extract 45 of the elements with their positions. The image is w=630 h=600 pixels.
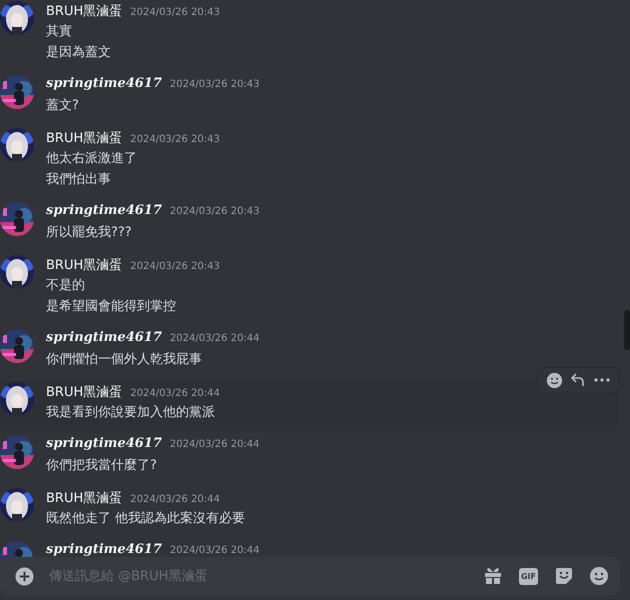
username[interactable]: springtime4617 — [46, 436, 162, 451]
timestamp: 2024/03/26 20:43 — [130, 7, 220, 18]
timestamp: 2024/03/26 20:44 — [130, 388, 220, 399]
message-text: 他太右派激進了 — [46, 150, 138, 168]
message-text: 所以罷免我??? — [46, 224, 133, 242]
gift-icon — [484, 567, 502, 585]
username[interactable]: springtime4617 — [46, 203, 162, 218]
sticker-icon — [555, 567, 573, 585]
message-text: 不是的 — [46, 277, 86, 295]
message-text: 是因為蓋文 — [46, 44, 112, 62]
scrollbar[interactable] — [624, 310, 630, 350]
message-text: 是希望國會能得到掌控 — [46, 298, 177, 316]
smile-icon — [546, 372, 563, 388]
message-text: 蓋文? — [46, 97, 80, 115]
message-text: 既然他走了 他我認為此案沒有必要 — [46, 510, 246, 528]
timestamp: 2024/03/26 20:44 — [170, 439, 260, 450]
username[interactable]: BRUH黑滷蛋 — [46, 2, 122, 20]
message-text: 其實 — [46, 23, 73, 41]
timestamp: 2024/03/26 20:44 — [170, 545, 260, 556]
more-icon — [593, 377, 611, 383]
reply-icon — [569, 371, 587, 389]
username[interactable]: springtime4617 — [46, 542, 162, 557]
gif-button[interactable]: GIF — [518, 568, 538, 584]
username[interactable]: springtime4617 — [46, 330, 162, 345]
timestamp: 2024/03/26 20:44 — [130, 494, 220, 505]
username[interactable]: BRUH黑滷蛋 — [46, 129, 122, 147]
username[interactable]: BRUH黑滷蛋 — [46, 383, 122, 401]
timestamp: 2024/03/26 20:44 — [170, 333, 260, 344]
message-text: 你們懼怕一個外人乾我屁事 — [46, 351, 203, 369]
message-text: 你們把我當什麼了? — [46, 457, 158, 475]
message-text: 我們怕出事 — [46, 171, 112, 189]
message-text: 我是看到你說要加入他的黨派 — [46, 404, 216, 422]
message-input[interactable]: 傳送訊息給 @BRUH黑滷蛋 GIF — [0, 557, 620, 595]
timestamp: 2024/03/26 20:43 — [130, 134, 220, 145]
timestamp: 2024/03/26 20:43 — [170, 79, 260, 90]
reply-button[interactable] — [569, 371, 587, 389]
username[interactable]: BRUH黑滷蛋 — [46, 489, 122, 507]
username[interactable]: springtime4617 — [46, 76, 162, 91]
plus-icon — [15, 566, 34, 586]
more-button[interactable] — [593, 377, 611, 383]
timestamp: 2024/03/26 20:43 — [170, 206, 260, 217]
username[interactable]: BRUH黑滷蛋 — [46, 256, 122, 274]
add-reaction-button[interactable] — [546, 372, 563, 388]
smile-icon — [589, 566, 609, 586]
timestamp: 2024/03/26 20:43 — [130, 261, 220, 272]
